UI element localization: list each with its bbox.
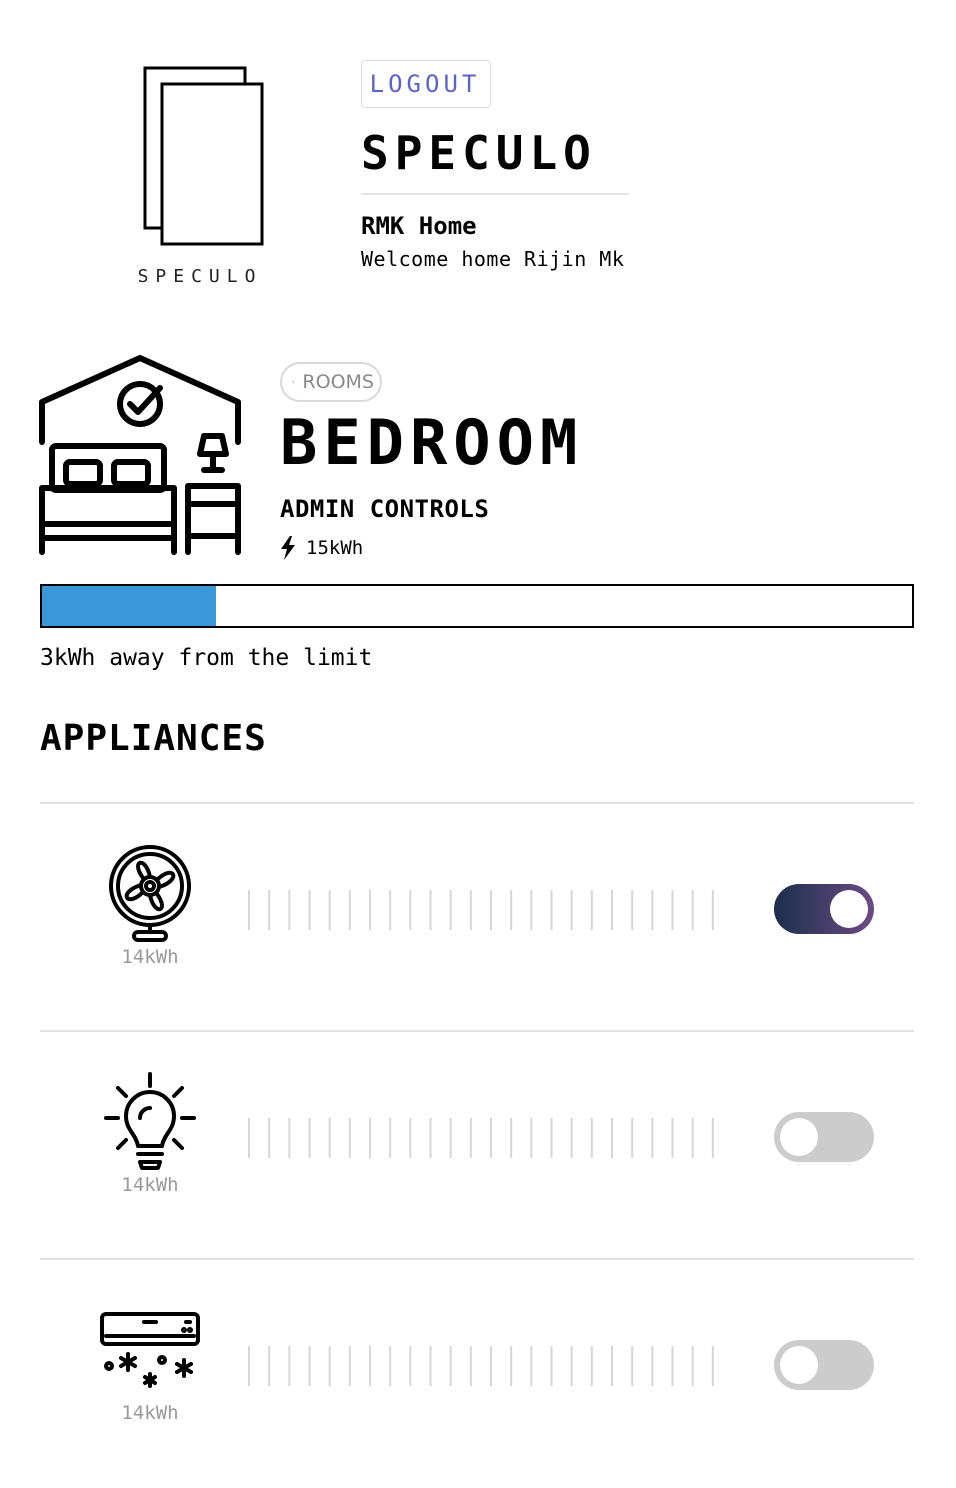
appliance-usage: 14kWh [121,946,179,968]
room-title: BEDROOM [280,406,584,479]
brand-title: SPECULO [361,126,597,180]
dimmer-slider[interactable] [246,1344,730,1388]
air-conditioner-icon [100,1300,200,1400]
dimmer-slider[interactable] [246,888,730,932]
bulb-icon [100,1072,200,1172]
appliance-row-fan: 14kWh [40,804,914,1032]
logo-text: SPECULO [137,266,263,287]
limit-text: 3kWh away from the limit [40,645,373,671]
toggle-knob [830,890,868,928]
rooms-back-button[interactable]: ROOMS [280,362,382,402]
rooms-back-label: ROOMS [302,371,374,393]
power-toggle[interactable] [774,1112,874,1162]
header-divider [361,193,629,195]
lightning-icon [281,536,295,560]
speculo-logo: SPECULO [130,60,270,290]
appliances-title: APPLIANCES [40,718,267,759]
fan-icon [100,844,200,944]
appliance-usage: 14kWh [121,1402,179,1424]
appliance-row-bulb: 14kWh [40,1032,914,1260]
dimmer-slider[interactable] [246,1116,730,1160]
room-usage: 15kWh [280,534,363,562]
toggle-knob [780,1118,818,1156]
power-toggle[interactable] [774,884,874,934]
room-usage-value: 15kWh [306,537,364,559]
welcome-message: Welcome home Rijin Mk [361,247,625,271]
admin-controls-label: ADMIN CONTROLS [280,495,490,523]
toggle-knob [780,1346,818,1384]
appliance-row-ac: 14kWh [40,1260,914,1488]
chevron-left-icon [292,380,295,384]
power-toggle[interactable] [774,1340,874,1390]
home-name: RMK Home [361,212,477,240]
bedroom-icon [38,352,242,558]
appliance-usage: 14kWh [121,1174,179,1196]
usage-progress-bar [40,584,914,628]
usage-progress-fill [42,586,216,626]
logout-button[interactable]: LOGOUT [361,60,491,108]
logo-pages-icon [143,66,264,246]
